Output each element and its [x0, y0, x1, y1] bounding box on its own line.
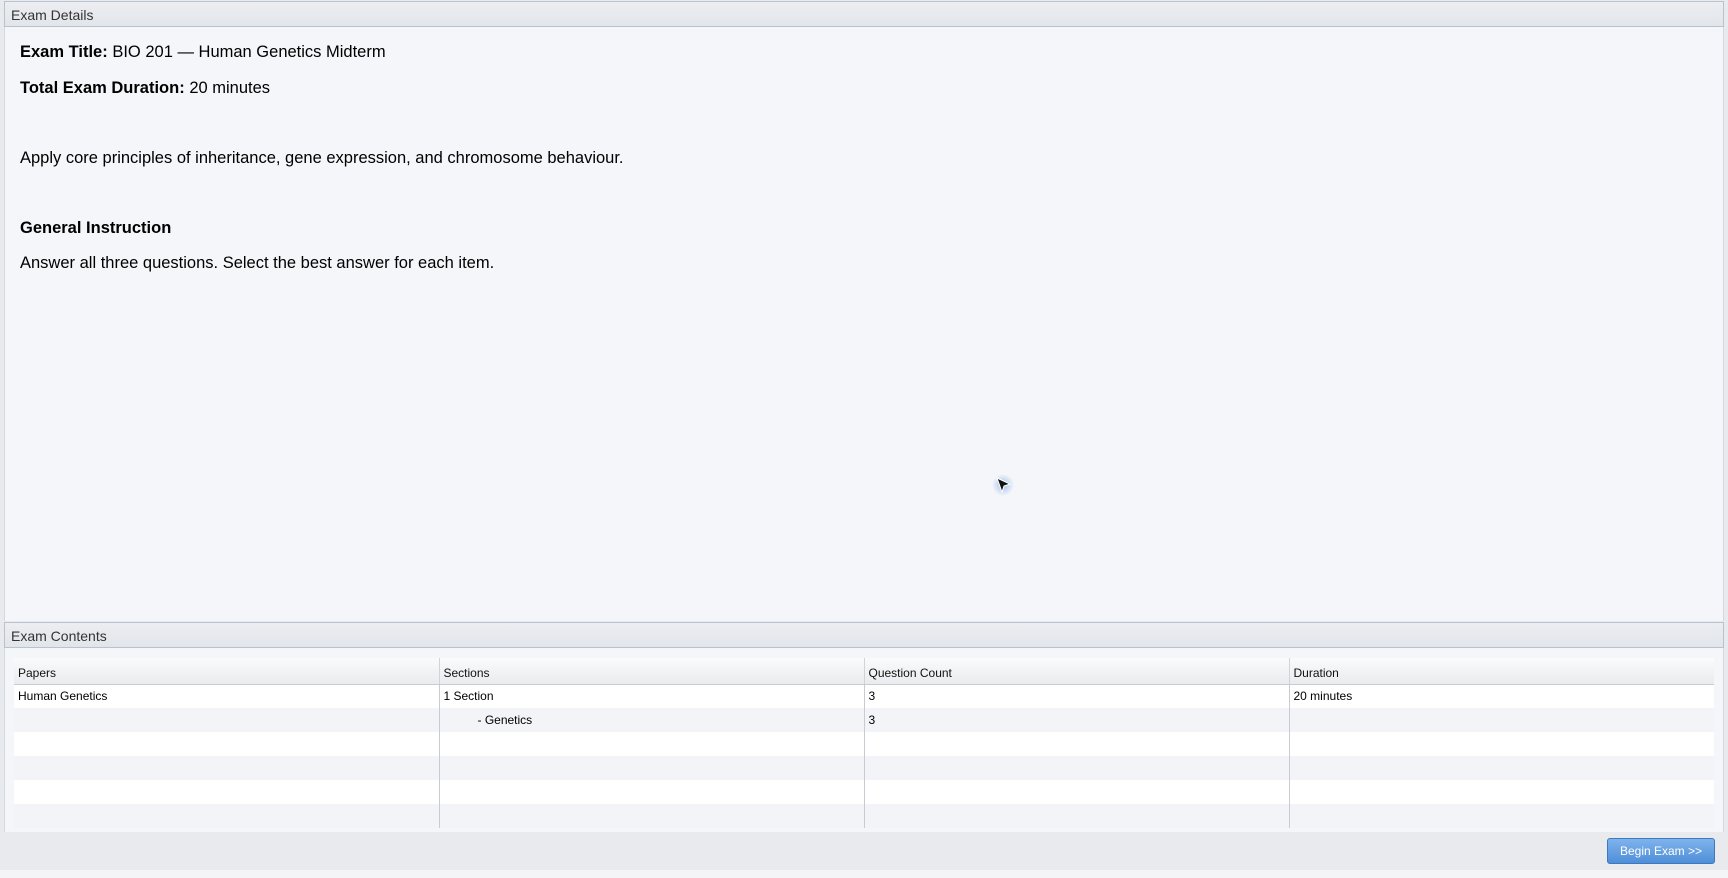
exam-duration-label: Total Exam Duration: [20, 79, 185, 97]
exam-contents-panel: Papers Sections Question Count Duration … [4, 648, 1724, 832]
column-header-sections[interactable]: Sections [439, 658, 865, 685]
exam-contents-header: Exam Contents [4, 622, 1724, 648]
begin-exam-button[interactable]: Begin Exam >> [1607, 838, 1715, 864]
table-row-empty [14, 780, 1714, 804]
table-row[interactable]: Human Genetics 1 Section 3 20 minutes [14, 684, 1714, 708]
mouse-pointer-icon [992, 474, 1014, 496]
table-row-empty [14, 804, 1714, 828]
column-header-papers[interactable]: Papers [14, 658, 440, 685]
cell-paper [14, 708, 440, 732]
bottom-strip [0, 870, 1728, 878]
cell-duration: 20 minutes [1289, 684, 1714, 708]
footer-bar: Begin Exam >> [0, 834, 1728, 870]
exam-details-panel: Exam Title: BIO 201 — Human Genetics Mid… [4, 27, 1724, 621]
exam-contents-table: Papers Sections Question Count Duration … [14, 658, 1714, 828]
exam-description: Apply core principles of inheritance, ge… [20, 149, 624, 167]
exam-duration: Total Exam Duration: 20 minutes [20, 78, 270, 98]
exam-title-value: BIO 201 — Human Genetics Midterm [112, 43, 386, 61]
general-instruction-text: Answer all three questions. Select the b… [20, 254, 495, 272]
cell-section: - Genetics [439, 708, 865, 732]
exam-details-header: Exam Details [4, 1, 1724, 27]
exam-title-label: Exam Title: [20, 43, 108, 61]
cell-duration [1289, 708, 1714, 732]
table-row-empty [14, 732, 1714, 756]
column-header-question-count[interactable]: Question Count [864, 658, 1290, 685]
cell-count: 3 [864, 708, 1290, 732]
cell-count: 3 [864, 684, 1290, 708]
table-row[interactable]: - Genetics 3 [14, 708, 1714, 732]
exam-title: Exam Title: BIO 201 — Human Genetics Mid… [20, 42, 386, 62]
table-header-row: Papers Sections Question Count Duration [14, 658, 1714, 685]
column-header-duration[interactable]: Duration [1289, 658, 1714, 685]
general-instruction-heading: General Instruction [20, 219, 172, 237]
cell-paper: Human Genetics [14, 684, 440, 708]
cell-section: 1 Section [439, 684, 865, 708]
exam-duration-value: 20 minutes [189, 79, 271, 97]
table-row-empty [14, 756, 1714, 780]
